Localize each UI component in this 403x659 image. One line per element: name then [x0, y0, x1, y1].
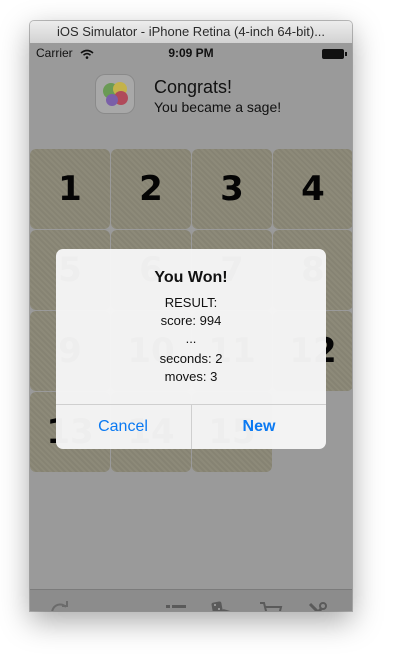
- alert-message-line: seconds: 2: [159, 351, 223, 366]
- alert-message-line: score: 994: [160, 313, 222, 328]
- window-title: iOS Simulator - iPhone Retina (4-inch 64…: [30, 21, 352, 44]
- alert-title: You Won!: [154, 269, 228, 286]
- new-game-button[interactable]: New: [192, 405, 326, 449]
- win-alert-dialog: You Won! RESULT: score: 994 ... seconds:…: [56, 249, 326, 449]
- alert-message-line: RESULT:: [164, 295, 218, 310]
- cancel-button[interactable]: Cancel: [56, 405, 190, 449]
- alert-message-line: ...: [185, 331, 197, 346]
- device-screen: Carrier 9:09 PM Congrats! You became a s…: [30, 43, 352, 611]
- alert-message-line: moves: 3: [164, 369, 218, 384]
- simulator-window: iOS Simulator - iPhone Retina (4-inch 64…: [30, 21, 352, 611]
